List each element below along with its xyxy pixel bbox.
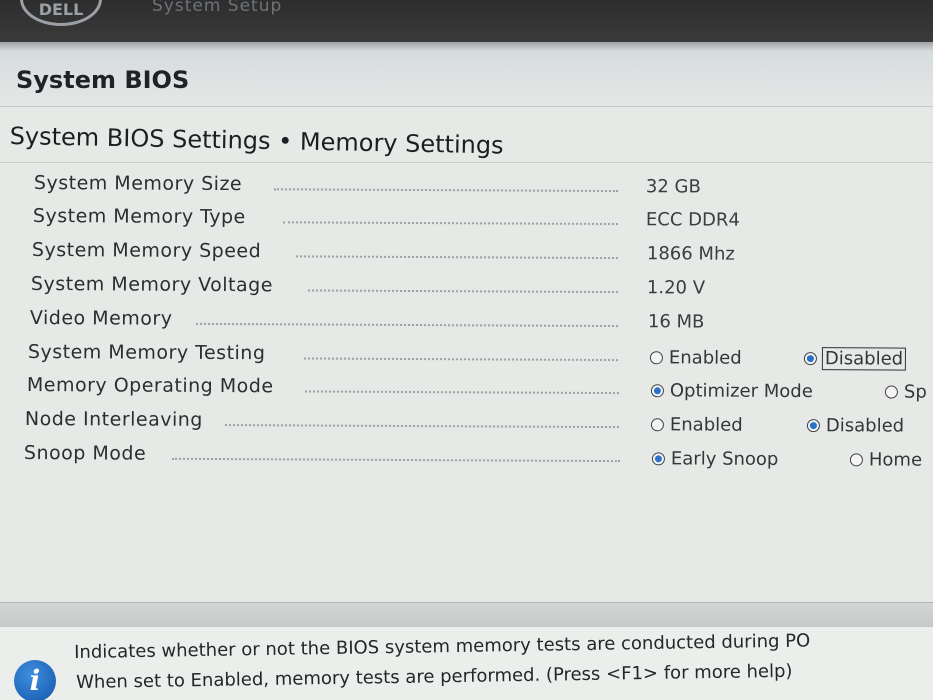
setting-value: 32 GB bbox=[645, 176, 701, 198]
radio-label: Early Snoop bbox=[670, 447, 779, 470]
radio-button-selected[interactable] bbox=[650, 383, 664, 397]
radio-button[interactable] bbox=[649, 350, 663, 364]
radio-option-sp[interactable]: Sp bbox=[884, 378, 927, 404]
radio-label: Enabled bbox=[669, 413, 743, 436]
radio-option-enabled[interactable]: Enabled bbox=[650, 411, 743, 437]
radio-button-selected[interactable] bbox=[803, 351, 817, 365]
radio-option-optimizer-mode[interactable]: Optimizer Mode bbox=[650, 377, 813, 404]
setting-row-memory-speed[interactable]: System Memory Speed 1866 Mhz bbox=[32, 239, 933, 276]
section-title: System BIOS bbox=[16, 66, 190, 94]
dotted-leader bbox=[273, 188, 618, 193]
setting-value: ECC DDR4 bbox=[645, 209, 740, 231]
dotted-leader bbox=[282, 221, 618, 226]
setting-row-memory-testing[interactable]: System Memory Testing Enabled Disabled bbox=[28, 341, 933, 378]
title-divider bbox=[0, 162, 933, 163]
radio-option-enabled[interactable]: Enabled bbox=[649, 344, 742, 370]
setting-label: System Memory Speed bbox=[31, 239, 262, 263]
setting-value: 16 MB bbox=[647, 311, 705, 333]
setting-row-node-interleaving[interactable]: Node Interleaving Enabled Disabled bbox=[25, 408, 933, 445]
radio-option-home[interactable]: Home bbox=[849, 446, 923, 472]
radio-button[interactable] bbox=[884, 384, 898, 399]
dell-logo: DELL bbox=[20, 0, 102, 26]
top-bar: DELL System Setup bbox=[0, 0, 933, 42]
setting-row-memory-type[interactable]: System Memory Type ECC DDR4 bbox=[33, 205, 933, 242]
dotted-leader bbox=[224, 424, 619, 429]
setting-row-operating-mode[interactable]: Memory Operating Mode Optimizer Mode Sp bbox=[27, 374, 933, 411]
setting-value: 1866 Mhz bbox=[646, 243, 735, 265]
dotted-leader bbox=[195, 322, 618, 328]
setting-label: System Memory Voltage bbox=[30, 273, 273, 297]
dotted-leader bbox=[307, 289, 618, 294]
radio-button[interactable] bbox=[650, 417, 664, 431]
page-title: System BIOS Settings • Memory Settings bbox=[9, 122, 504, 160]
setting-label: System Memory Testing bbox=[27, 341, 266, 365]
radio-option-disabled[interactable]: Disabled bbox=[806, 412, 905, 439]
setting-row-video-memory[interactable]: Video Memory 16 MB bbox=[30, 307, 933, 344]
setting-value: 1.20 V bbox=[646, 277, 706, 299]
radio-option-early-snoop[interactable]: Early Snoop bbox=[651, 445, 779, 472]
section-header: System BIOS bbox=[0, 50, 933, 107]
setting-row-snoop-mode[interactable]: Snoop Mode Early Snoop Home bbox=[24, 442, 933, 479]
setting-label: Snoop Mode bbox=[23, 442, 147, 465]
radio-label: Home bbox=[868, 448, 923, 471]
radio-option-disabled[interactable]: Disabled bbox=[803, 345, 907, 372]
setting-row-memory-size[interactable]: System Memory Size 32 GB bbox=[34, 172, 933, 209]
radio-button-selected[interactable] bbox=[806, 418, 820, 432]
dotted-leader bbox=[304, 390, 619, 395]
setting-row-memory-voltage[interactable]: System Memory Voltage 1.20 V bbox=[31, 273, 933, 310]
radio-label: Optimizer Mode bbox=[669, 379, 813, 402]
radio-button-selected[interactable] bbox=[651, 451, 665, 465]
help-separator bbox=[0, 602, 933, 628]
top-bar-edge bbox=[0, 42, 933, 50]
dotted-leader bbox=[303, 357, 618, 362]
setting-label: Video Memory bbox=[29, 307, 173, 330]
info-icon: i bbox=[14, 660, 56, 700]
dotted-leader bbox=[295, 255, 618, 260]
radio-button[interactable] bbox=[849, 452, 863, 466]
setting-label: System Memory Size bbox=[33, 172, 243, 196]
radio-label: Disabled bbox=[825, 414, 905, 437]
bios-screen: DELL System Setup System BIOS System BIO… bbox=[0, 0, 933, 700]
radio-label: Disabled bbox=[821, 346, 907, 371]
app-title: System Setup bbox=[152, 0, 283, 16]
radio-label: Sp bbox=[903, 381, 927, 403]
setting-label: Node Interleaving bbox=[24, 408, 203, 431]
radio-label: Enabled bbox=[668, 346, 742, 369]
setting-label: System Memory Type bbox=[32, 205, 246, 229]
dotted-leader bbox=[171, 457, 620, 463]
setting-label: Memory Operating Mode bbox=[26, 374, 274, 398]
